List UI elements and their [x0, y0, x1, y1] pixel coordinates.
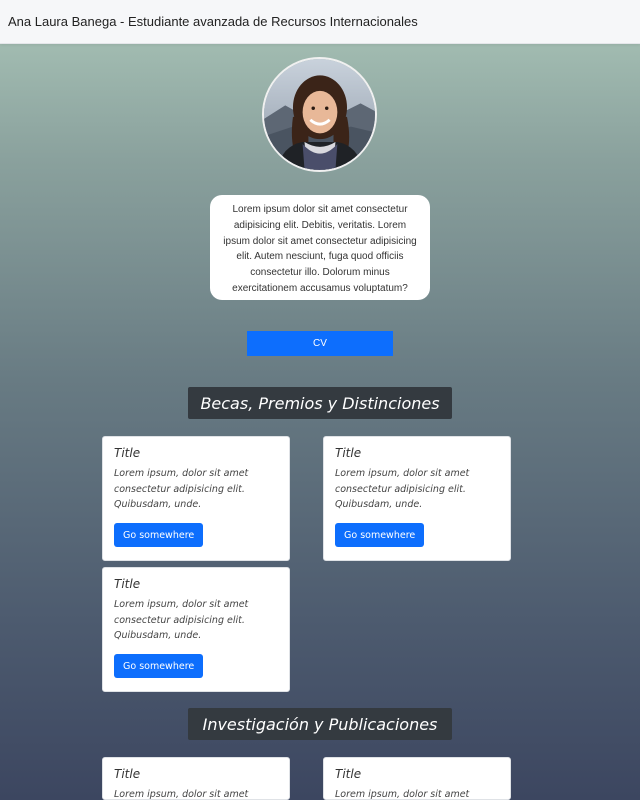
- card-title: Title: [114, 577, 141, 591]
- page-title: Ana Laura Banega - Estudiante avanzada d…: [8, 14, 418, 29]
- card-text: Lorem ipsum, dolor sit amet consectetur …: [335, 468, 470, 510]
- card: Title Lorem ipsum, dolor sit amet consec…: [323, 436, 511, 561]
- card-text: Lorem ipsum, dolor sit amet consectetur …: [114, 468, 249, 510]
- top-navbar: Ana Laura Banega - Estudiante avanzada d…: [0, 0, 640, 44]
- card-title: Title: [335, 767, 362, 781]
- card-title: Title: [114, 446, 141, 460]
- section-header-becas: Becas, Premios y Distinciones: [188, 387, 452, 419]
- go-somewhere-button[interactable]: Go somewhere: [114, 523, 204, 547]
- profile-photo: [264, 59, 375, 170]
- section-title: Becas, Premios y Distinciones: [200, 393, 440, 413]
- bio-card: Lorem ipsum dolor sit amet consectetur a…: [210, 195, 430, 300]
- go-somewhere-button[interactable]: Go somewhere: [114, 654, 204, 678]
- section-title: Investigación y Publicaciones: [202, 714, 438, 734]
- profile-avatar: [262, 57, 377, 172]
- card-title: Title: [114, 767, 141, 781]
- card: Title Lorem ipsum, dolor sit amet consec…: [102, 436, 290, 561]
- card: Title Lorem ipsum, dolor sit amet: [102, 757, 290, 800]
- card-text: Lorem ipsum, dolor sit amet: [335, 789, 470, 800]
- card-text: Lorem ipsum, dolor sit amet consectetur …: [114, 599, 249, 641]
- cv-button[interactable]: CV: [247, 331, 393, 356]
- card-text: Lorem ipsum, dolor sit amet: [114, 789, 249, 800]
- card: Title Lorem ipsum, dolor sit amet: [323, 757, 511, 800]
- bio-text: Lorem ipsum dolor sit amet consectetur a…: [223, 204, 417, 294]
- card: Title Lorem ipsum, dolor sit amet consec…: [102, 567, 290, 692]
- go-somewhere-button[interactable]: Go somewhere: [335, 523, 425, 547]
- section-header-investigacion: Investigación y Publicaciones: [188, 708, 452, 740]
- card-title: Title: [335, 446, 362, 460]
